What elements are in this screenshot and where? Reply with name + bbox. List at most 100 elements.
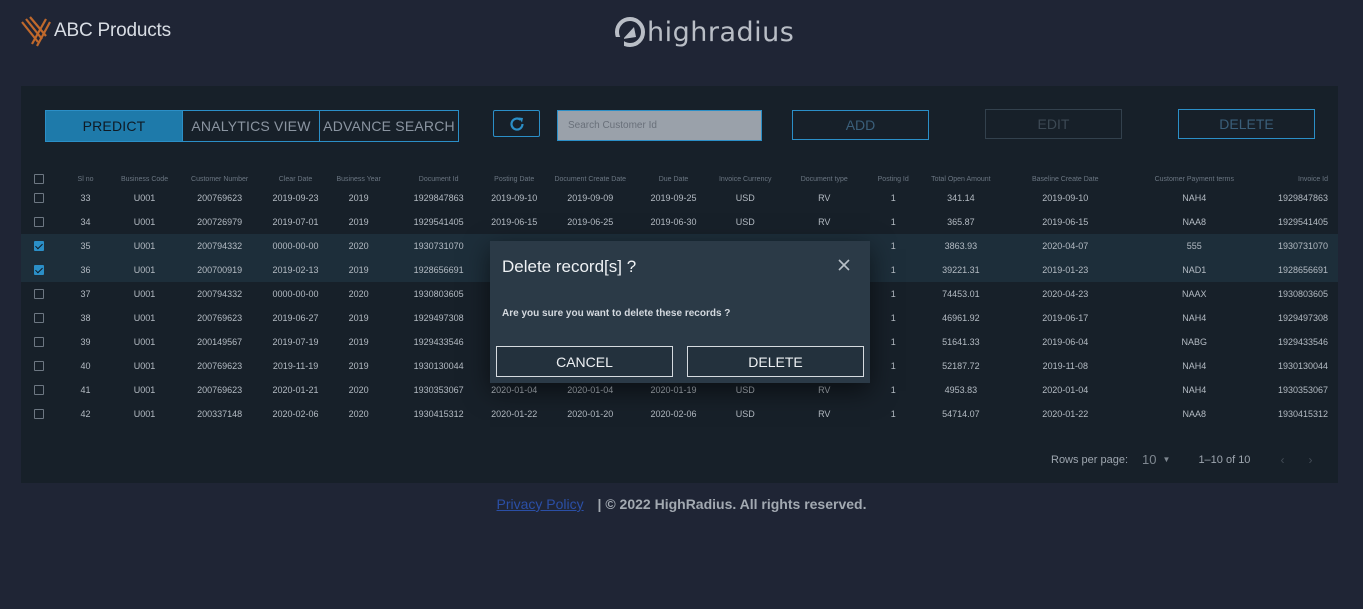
chevron-right-icon[interactable]: › [1308,453,1312,467]
search-input[interactable] [557,110,762,141]
table-cell: 2019-09-10 [491,193,538,203]
table-cell: 2019-06-04 [1042,337,1089,347]
table-cell: 0000-00-00 [272,289,319,299]
column-header[interactable]: Due Date [640,172,708,186]
table-cell: 2020-01-20 [567,409,614,419]
copyright-text: | © 2022 HighRadius. All rights reserved… [597,496,867,512]
delete-button[interactable]: DELETE [1178,109,1315,139]
column-header[interactable]: Baseline Create Date [1001,172,1130,186]
confirm-delete-button[interactable]: DELETE [687,346,864,377]
row-select-cell[interactable] [21,330,58,354]
column-header[interactable]: Business Year [328,172,390,186]
column-header[interactable]: Business Code [113,172,175,186]
chevron-down-icon[interactable]: ▼ [1163,455,1171,464]
column-header[interactable]: Posting Id [866,172,921,186]
table-row[interactable]: 42 U001 200337148 2020-02-06 2020 1930415312 2… [21,402,1338,426]
row-select-cell[interactable] [21,306,58,330]
table-cell: 1 [890,361,896,371]
table-cell: 1930353067 [1277,385,1328,395]
row-checkbox[interactable] [34,409,45,420]
table-cell: 40 [80,361,91,371]
column-header[interactable]: Invoice Currency [707,172,783,186]
column-header[interactable]: Posting Date [487,172,541,186]
table-header-row: Sl no Business Code Customer Number Clea… [21,172,1338,186]
table-cell: 200337148 [197,409,243,419]
privacy-policy-link[interactable]: Privacy Policy [497,496,584,512]
add-button[interactable]: ADD [792,110,929,140]
row-select-cell[interactable] [21,282,58,306]
brand-name: ABC Products [54,20,171,41]
column-header[interactable]: Total Open Amount [921,172,1001,186]
column-header[interactable]: Clear Date [264,172,328,186]
row-select-cell[interactable] [21,186,58,210]
table-cell: 4953.83 [944,385,978,395]
row-select-cell[interactable] [21,258,58,282]
table-cell: NAH4 [1182,385,1207,395]
row-checkbox[interactable] [34,193,45,204]
row-checkbox[interactable] [34,241,45,252]
table-cell: NAH4 [1182,361,1207,371]
table-cell: U001 [133,337,156,347]
table-cell: 0000-00-00 [263,234,328,258]
tab-predict[interactable]: PREDICT [46,111,183,141]
table-cell: 2019-06-17 [1042,313,1089,323]
row-select-cell[interactable] [21,234,58,258]
tab-analytics-view[interactable]: ANALYTICS VIEW [183,111,320,141]
table-cell: 2019-06-15 [491,217,538,227]
table-cell: USD [735,409,755,419]
table-cell: U001 [133,193,156,203]
row-select-cell[interactable] [21,354,58,378]
chevron-left-icon[interactable]: ‹ [1280,453,1284,467]
table-cell: NAAX [1182,289,1207,299]
row-checkbox[interactable] [34,313,45,324]
row-select-cell[interactable] [21,378,58,402]
table-cell: 3863.93 [920,234,1001,258]
top-bar: ABC Products highradius [0,0,1363,70]
column-header[interactable]: Document type [783,172,865,186]
table-cell: NAH4 [1182,193,1207,203]
highradius-logo: highradius [614,15,794,49]
table-cell: NAD1 [1129,258,1259,282]
column-header[interactable]: Sl no [58,172,114,186]
row-select-cell[interactable] [21,210,58,234]
table-cell: 1929433546 [1277,337,1328,347]
table-cell: 39221.31 [920,258,1001,282]
column-header[interactable]: Customer Payment terms [1130,172,1259,186]
table-cell: 2019 [348,193,369,203]
select-all-cell[interactable] [21,172,58,186]
table-cell: 2019-02-13 [263,258,328,282]
table-cell: 2020-04-23 [1042,289,1089,299]
rows-per-page-select[interactable]: 10 [1142,452,1156,467]
highradius-logo-icon [614,17,645,49]
table-cell: 200794332 [197,289,243,299]
view-tabs: PREDICT ANALYTICS VIEW ADVANCE SEARCH [45,110,459,142]
column-header[interactable]: Customer Number [176,172,264,186]
cancel-button[interactable]: CANCEL [496,346,673,377]
column-header[interactable]: Invoice Id [1259,172,1338,186]
table-cell: 200769623 [197,385,243,395]
row-checkbox[interactable] [34,337,45,348]
table-row[interactable]: 34 U001 200726979 2019-07-01 2019 1929541405 2… [21,210,1338,234]
table-cell: 1929847863 [1277,193,1328,203]
table-cell: 2019 [348,217,369,227]
row-checkbox[interactable] [34,289,45,300]
table-cell: 46961.92 [942,313,980,323]
edit-button[interactable]: EDIT [985,109,1122,139]
row-checkbox[interactable] [34,217,45,228]
row-checkbox[interactable] [34,361,45,372]
table-row[interactable]: 33 U001 200769623 2019-09-23 2019 1929847863 2… [21,186,1338,210]
table-cell: 35 [57,234,114,258]
table-cell: 54714.07 [942,409,980,419]
table-cell: NAH4 [1182,313,1207,323]
column-header[interactable]: Document Create Date [541,172,640,186]
table-cell: NAA8 [1182,217,1207,227]
tab-advance-search[interactable]: ADVANCE SEARCH [320,111,458,141]
row-select-cell[interactable] [21,402,58,426]
row-checkbox[interactable] [34,265,45,276]
table-cell: 2020 [348,385,369,395]
refresh-button[interactable] [493,110,540,137]
column-header[interactable]: Document Id [390,172,488,186]
select-all-checkbox[interactable] [34,174,45,184]
row-checkbox[interactable] [34,385,45,396]
close-icon[interactable] [836,257,852,273]
